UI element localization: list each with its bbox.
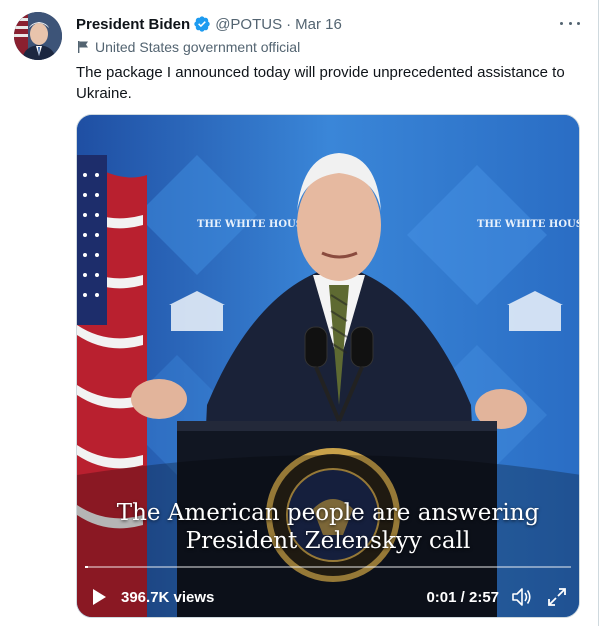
display-name[interactable]: President Biden bbox=[76, 16, 190, 33]
view-count: 396.7K views bbox=[121, 589, 215, 606]
handle[interactable]: @POTUS bbox=[215, 16, 282, 33]
progress-fill bbox=[85, 566, 88, 568]
tweet-date[interactable]: Mar 16 bbox=[295, 16, 342, 33]
caption-line-2: President Zelenskyy call bbox=[185, 528, 471, 554]
avatar-photo bbox=[14, 12, 62, 60]
video-player[interactable]: THE WHITE HOUSE THE WHITE HOUSE The Amer… bbox=[76, 114, 580, 618]
video-caption: The American people are answering Presid… bbox=[77, 499, 579, 555]
verified-badge-icon bbox=[194, 16, 210, 32]
separator-dot: · bbox=[286, 15, 292, 33]
play-icon[interactable] bbox=[91, 589, 107, 605]
caption-line-1: The American people are answering bbox=[116, 500, 540, 526]
tweet-text: The package I announced today will provi… bbox=[76, 64, 565, 102]
tweet-header: President Biden @POTUS · Mar 16 bbox=[76, 14, 578, 34]
volume-icon[interactable] bbox=[511, 587, 533, 607]
more-icon[interactable] bbox=[560, 14, 580, 32]
video-controls: 396.7K views 0:01 / 2:57 bbox=[77, 583, 579, 611]
government-label[interactable]: United States government official bbox=[76, 38, 300, 56]
backdrop-text-left: THE WHITE HOUSE bbox=[197, 219, 311, 230]
government-label-text: United States government official bbox=[95, 39, 301, 55]
fullscreen-icon[interactable] bbox=[547, 587, 567, 607]
backdrop-text-right: THE WHITE HOUSE bbox=[477, 219, 580, 230]
flag-icon bbox=[78, 41, 88, 53]
tweet-card[interactable]: President Biden @POTUS · Mar 16 United S… bbox=[0, 0, 599, 626]
video-time: 0:01 / 2:57 bbox=[426, 589, 499, 606]
progress-bar[interactable] bbox=[85, 566, 571, 568]
avatar[interactable] bbox=[14, 12, 62, 60]
